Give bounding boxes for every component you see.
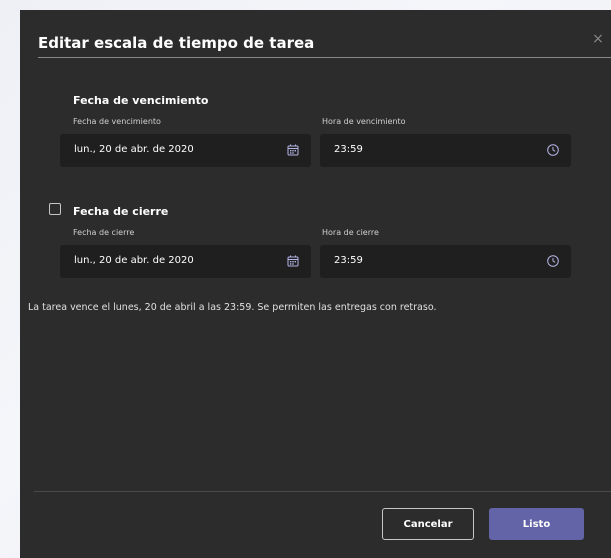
calendar-icon[interactable] [286, 143, 300, 157]
close-time-field[interactable]: 23:59 [320, 245, 571, 278]
close-time-value: 23:59 [334, 255, 363, 266]
done-button[interactable]: Listo [489, 508, 584, 540]
due-date-field[interactable]: lun., 20 de abr. de 2020 [60, 134, 311, 167]
close-date-checkbox[interactable] [49, 203, 61, 215]
dialog-title: Editar escala de tiempo de tarea [38, 34, 315, 52]
cancel-button[interactable]: Cancelar [382, 508, 474, 540]
footer-divider [34, 491, 611, 492]
close-date-field[interactable]: lun., 20 de abr. de 2020 [60, 245, 311, 278]
calendar-icon[interactable] [286, 254, 300, 268]
close-icon[interactable]: × [591, 32, 605, 46]
clock-icon[interactable] [546, 143, 560, 157]
due-date-label: Fecha de vencimiento [73, 117, 161, 126]
due-section-title: Fecha de vencimiento [73, 94, 209, 107]
timeline-summary: La tarea vence el lunes, 20 de abril a l… [28, 302, 437, 313]
due-date-value: lun., 20 de abr. de 2020 [74, 144, 194, 155]
close-time-label: Hora de cierre [322, 228, 379, 237]
edit-timeline-dialog: Editar escala de tiempo de tarea × Fecha… [20, 10, 611, 558]
close-section-title: Fecha de cierre [73, 205, 169, 218]
title-divider [38, 57, 611, 58]
due-time-value: 23:59 [334, 144, 363, 155]
due-time-label: Hora de vencimiento [322, 117, 406, 126]
close-date-label: Fecha de cierre [73, 228, 135, 237]
clock-icon[interactable] [546, 254, 560, 268]
close-date-value: lun., 20 de abr. de 2020 [74, 255, 194, 266]
due-time-field[interactable]: 23:59 [320, 134, 571, 167]
